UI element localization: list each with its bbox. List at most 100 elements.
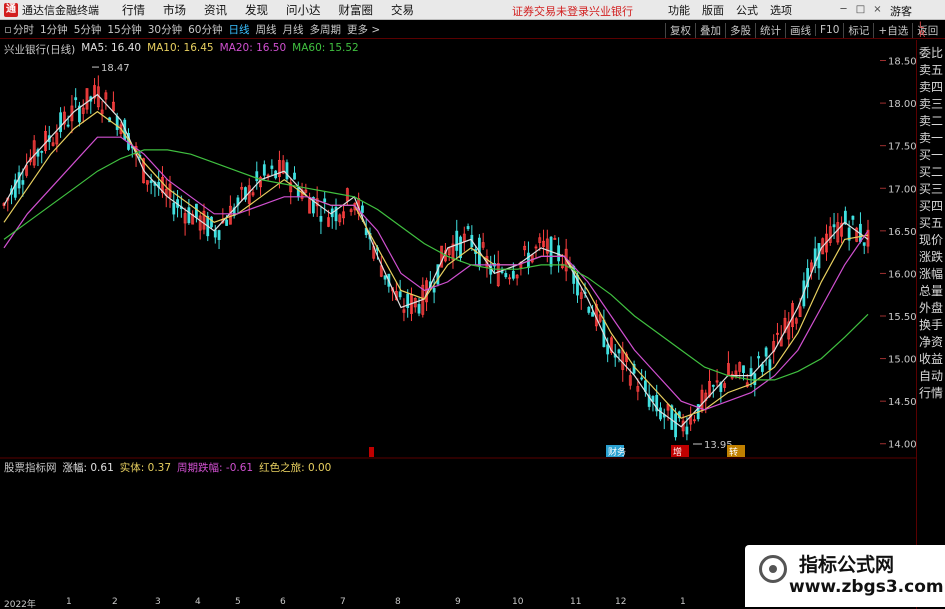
minimize-icon[interactable]: ─ xyxy=(838,4,849,15)
date-axis-label: 11 xyxy=(570,597,582,607)
tab-more[interactable]: 更多 > xyxy=(344,22,383,37)
tab-timeshare[interactable]: 分时 xyxy=(2,22,37,37)
price-tick-label: 15.50 xyxy=(888,312,916,323)
side-label: 涨跌 xyxy=(919,250,944,264)
tool-add-watchlist[interactable]: +自选 xyxy=(873,22,912,38)
tool-f10[interactable]: F10 xyxy=(815,24,843,36)
tab-60min[interactable]: 60分钟 xyxy=(185,22,225,37)
side-label: 委比 xyxy=(919,46,944,60)
tool-multi-stock[interactable]: 多股 xyxy=(725,22,755,38)
indicator-name[interactable]: 股票指标网 xyxy=(4,460,57,475)
menu-trade[interactable]: 交易 xyxy=(382,2,423,18)
menu-discover[interactable]: 发现 xyxy=(236,2,277,18)
candle-body xyxy=(768,359,772,370)
candle-layer xyxy=(2,75,870,441)
date-axis-label: 10 xyxy=(512,597,524,607)
menu-quotes[interactable]: 行情 xyxy=(113,2,154,18)
candle-body xyxy=(432,288,436,293)
app-title: 通达信金融终端 xyxy=(22,3,99,17)
chart-header: 兴业银行(日线) MA5: 16.40 MA10: 16.45 MA20: 16… xyxy=(4,42,359,57)
side-top-r: R xyxy=(919,30,926,40)
menu-function[interactable]: 功能 xyxy=(662,2,696,18)
candle-body xyxy=(591,312,594,317)
date-axis-label: 12 xyxy=(615,597,627,607)
menu-formula[interactable]: 公式 xyxy=(730,2,764,18)
date-axis-label: 7 xyxy=(340,597,346,607)
kline-chart[interactable]: 18.50 18.00 17.50 17.00 16.50 16.00 15.50 15.00… xyxy=(0,40,916,598)
tool-overlay[interactable]: 叠加 xyxy=(695,22,725,38)
login-status[interactable]: 证券交易未登录 xyxy=(512,3,589,19)
price-tick-label: 17.00 xyxy=(888,184,916,195)
event-marker-label: 增 xyxy=(673,446,682,458)
candle-body xyxy=(319,216,323,222)
candle-body xyxy=(417,304,421,314)
maximize-icon[interactable]: □ xyxy=(855,4,866,15)
candle-body xyxy=(742,365,745,374)
price-tick-label: 18.50 xyxy=(888,57,916,68)
tab-multi-period[interactable]: 多周期 xyxy=(307,22,345,37)
candle-body xyxy=(500,271,504,273)
candle-body xyxy=(195,203,198,218)
candle-body xyxy=(557,245,561,262)
date-axis-label: 4 xyxy=(195,597,201,607)
side-label: 行情 xyxy=(919,386,944,400)
menu-news[interactable]: 资讯 xyxy=(195,2,236,18)
side-label: 现价 xyxy=(919,233,944,247)
price-axis: 18.50 18.00 17.50 17.00 16.50 16.00 15.50 15.00… xyxy=(880,57,916,451)
menu-wealth[interactable]: 财富圈 xyxy=(330,2,383,18)
watermark-title: 指标公式网 xyxy=(799,554,895,576)
side-label: 自动 xyxy=(919,369,944,383)
side-label: 涨幅 xyxy=(919,267,944,281)
candle-body xyxy=(285,162,289,180)
tool-stats[interactable]: 统计 xyxy=(755,22,785,38)
menu-options[interactable]: 选项 xyxy=(764,2,798,18)
menu-market[interactable]: 市场 xyxy=(154,2,195,18)
date-axis-label: 8 xyxy=(395,597,401,607)
tab-weekly[interactable]: 周线 xyxy=(253,22,280,37)
side-label: 净资 xyxy=(919,335,944,349)
candle-body xyxy=(74,97,78,101)
candle-body xyxy=(851,215,855,220)
candle-body xyxy=(172,202,176,215)
candle-body xyxy=(760,364,764,372)
candle-body xyxy=(711,384,715,387)
price-tick-label: 16.00 xyxy=(888,269,916,280)
date-axis-label: 5 xyxy=(235,597,241,607)
tab-1min[interactable]: 1分钟 xyxy=(37,22,71,37)
date-axis-label: 1 xyxy=(680,597,686,607)
tab-5min[interactable]: 5分钟 xyxy=(71,22,105,37)
ma20-label: MA20: 16.50 xyxy=(219,42,287,54)
ma-lines xyxy=(3,93,869,428)
tab-label: 分时 xyxy=(13,24,34,36)
candle-body xyxy=(764,347,768,357)
candle-body xyxy=(383,275,387,280)
tab-daily[interactable]: 日线 xyxy=(226,22,253,37)
indicator-zf: 涨幅: 0.61 xyxy=(62,462,114,474)
tool-adjust[interactable]: 复权 xyxy=(665,22,695,38)
price-tick-label: 15.00 xyxy=(888,355,916,366)
event-marker-label: 转 xyxy=(729,446,738,458)
candle-body xyxy=(617,349,621,354)
tool-mark[interactable]: 标记 xyxy=(843,22,873,38)
guest-button[interactable]: 游客 xyxy=(890,3,912,19)
watermark-logo-icon xyxy=(759,555,787,583)
close-icon[interactable]: × xyxy=(872,4,883,15)
chart-annotations: 18.4713.95财务增转 xyxy=(92,63,745,458)
ma60-label: MA60: 15.52 xyxy=(292,42,359,54)
menu-layout[interactable]: 版面 xyxy=(696,2,730,18)
menu-ask[interactable]: 问小达 xyxy=(277,2,330,18)
candle-body xyxy=(225,219,229,226)
tab-monthly[interactable]: 月线 xyxy=(280,22,307,37)
candle-body xyxy=(323,198,327,203)
tab-15min[interactable]: 15分钟 xyxy=(104,22,144,37)
indicator-qj: 周期跌幅: -0.61 xyxy=(177,462,254,474)
period-toolbar: 分时 1分钟 5分钟 15分钟 30分钟 60分钟 日线 周线 月线 多周期 更… xyxy=(0,21,945,39)
candle-body xyxy=(255,171,259,182)
side-label: 买一 xyxy=(919,148,944,162)
date-axis-label: 3 xyxy=(155,597,161,607)
right-menu: 功能 版面 公式 选项 xyxy=(662,0,798,20)
tool-draw[interactable]: 画线 xyxy=(785,22,815,38)
tab-30min[interactable]: 30分钟 xyxy=(145,22,185,37)
app-logo-icon: 通 xyxy=(4,2,18,17)
candle-body xyxy=(606,344,610,355)
